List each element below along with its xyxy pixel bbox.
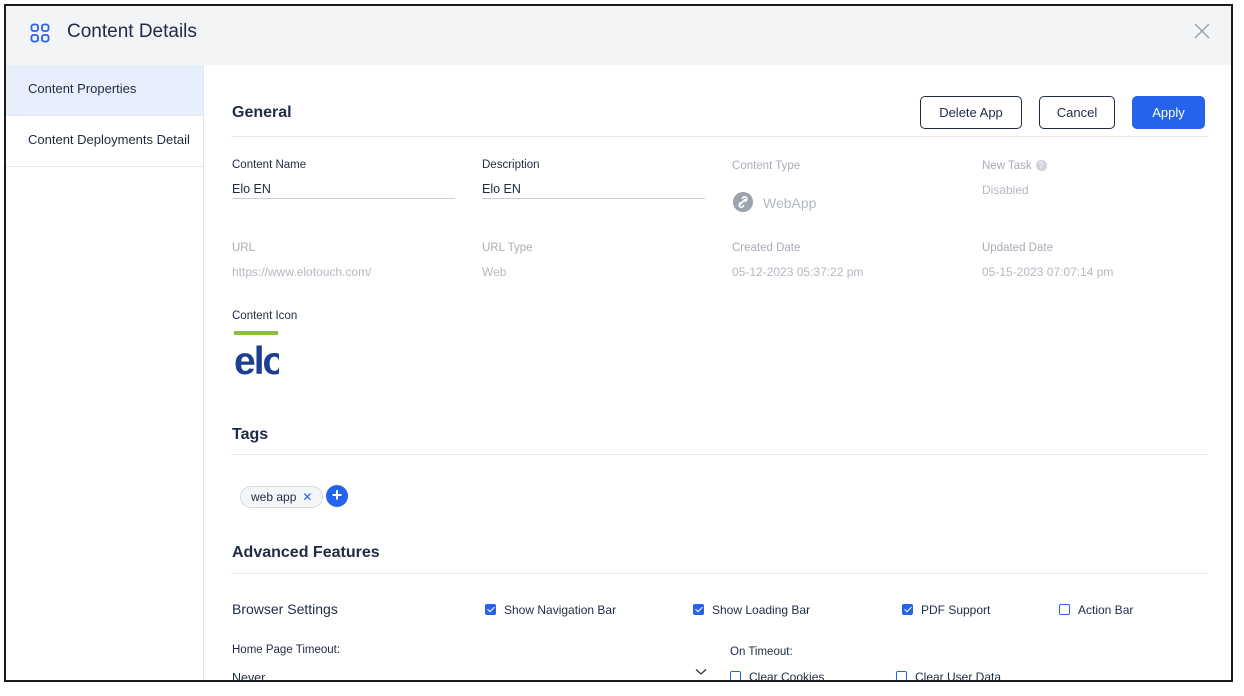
url-type-label: URL Type xyxy=(482,242,533,254)
advanced-divider xyxy=(231,573,1208,574)
action-bar-checkbox[interactable] xyxy=(1059,604,1070,615)
help-icon[interactable]: ? xyxy=(1035,160,1047,171)
clear-cookies-option[interactable]: Clear Cookies xyxy=(730,670,825,682)
content-icon-label: Content Icon xyxy=(232,310,298,322)
sidebar: Content Properties Content Deployments D… xyxy=(6,65,204,680)
show-loading-bar-checkbox[interactable] xyxy=(693,604,704,615)
clear-user-data-option[interactable]: Clear User Data xyxy=(896,670,1002,682)
content-name-input[interactable]: Elo EN xyxy=(232,182,271,196)
home-page-timeout-select[interactable]: Never xyxy=(232,671,265,680)
tag-label: web app xyxy=(251,490,297,504)
pdf-support-option[interactable]: PDF Support xyxy=(902,603,990,619)
remove-tag-icon[interactable]: ✕ xyxy=(302,490,312,504)
dialog-header: Content Details xyxy=(6,6,1231,65)
show-navigation-bar-checkbox[interactable] xyxy=(485,604,496,615)
show-loading-bar-label: Show Loading Bar xyxy=(712,603,811,617)
content-type-label: Content Type xyxy=(732,160,801,172)
created-date-label: Created Date xyxy=(732,242,801,254)
main-panel: General Delete App Cancel Apply Content … xyxy=(204,65,1231,680)
action-bar-option[interactable]: Action Bar xyxy=(1059,603,1133,619)
general-section-title: General xyxy=(232,104,292,121)
apply-button[interactable]: Apply xyxy=(1132,96,1205,129)
content-name-underline xyxy=(232,198,455,199)
elo-logo: elo xyxy=(234,331,279,378)
show-navigation-bar-option[interactable]: Show Navigation Bar xyxy=(485,603,616,619)
description-input[interactable]: Elo EN xyxy=(482,182,521,196)
on-timeout-label: On Timeout: xyxy=(730,646,793,658)
show-navigation-bar-label: Show Navigation Bar xyxy=(504,603,617,617)
cancel-button[interactable]: Cancel xyxy=(1039,96,1115,129)
home-page-timeout-label: Home Page Timeout: xyxy=(232,644,341,656)
url-label: URL xyxy=(232,242,256,254)
dialog-title: Content Details xyxy=(67,21,197,42)
content-name-label: Content Name xyxy=(232,159,307,171)
clear-user-data-label: Clear User Data xyxy=(915,670,1002,682)
clear-cookies-checkbox[interactable] xyxy=(730,671,741,680)
apps-grid-icon xyxy=(30,23,50,43)
clear-cookies-label: Clear Cookies xyxy=(749,670,825,682)
add-tag-button[interactable]: + xyxy=(326,485,348,507)
description-underline xyxy=(482,198,705,199)
svg-text:elo: elo xyxy=(234,340,279,378)
url-type-value: Web xyxy=(482,265,507,279)
sidebar-item-content-deployments-detail[interactable]: Content Deployments Detail xyxy=(6,116,203,167)
link-icon xyxy=(733,192,753,212)
new-task-label-text: New Task xyxy=(982,160,1032,172)
advanced-features-section-title: Advanced Features xyxy=(232,544,380,561)
show-loading-bar-option[interactable]: Show Loading Bar xyxy=(693,603,810,619)
pdf-support-label: PDF Support xyxy=(921,603,991,617)
tags-divider xyxy=(231,454,1208,455)
new-task-label: New Task? xyxy=(982,160,1047,172)
new-task-value: Disabled xyxy=(982,183,1029,197)
pdf-support-checkbox[interactable] xyxy=(902,604,913,615)
tag-chip: web app ✕ xyxy=(240,486,324,508)
delete-app-button[interactable]: Delete App xyxy=(920,96,1022,129)
browser-settings-label: Browser Settings xyxy=(232,601,338,617)
created-date-value: 05-12-2023 05:37:22 pm xyxy=(732,265,864,279)
clear-user-data-checkbox[interactable] xyxy=(896,671,907,680)
url-value: https://www.elotouch.com/ xyxy=(232,265,372,279)
sidebar-item-content-properties[interactable]: Content Properties xyxy=(6,65,203,116)
updated-date-label: Updated Date xyxy=(982,242,1053,254)
chevron-down-icon[interactable] xyxy=(695,668,707,676)
content-details-dialog: Content Details Content Properties Conte… xyxy=(4,4,1233,682)
content-type-value: WebApp xyxy=(763,195,817,211)
tags-section-title: Tags xyxy=(232,426,269,443)
action-bar-label: Action Bar xyxy=(1078,603,1134,617)
updated-date-value: 05-15-2023 07:07:14 pm xyxy=(982,265,1114,279)
close-icon[interactable] xyxy=(1193,22,1211,40)
general-divider xyxy=(231,136,1208,137)
description-label: Description xyxy=(482,159,540,171)
